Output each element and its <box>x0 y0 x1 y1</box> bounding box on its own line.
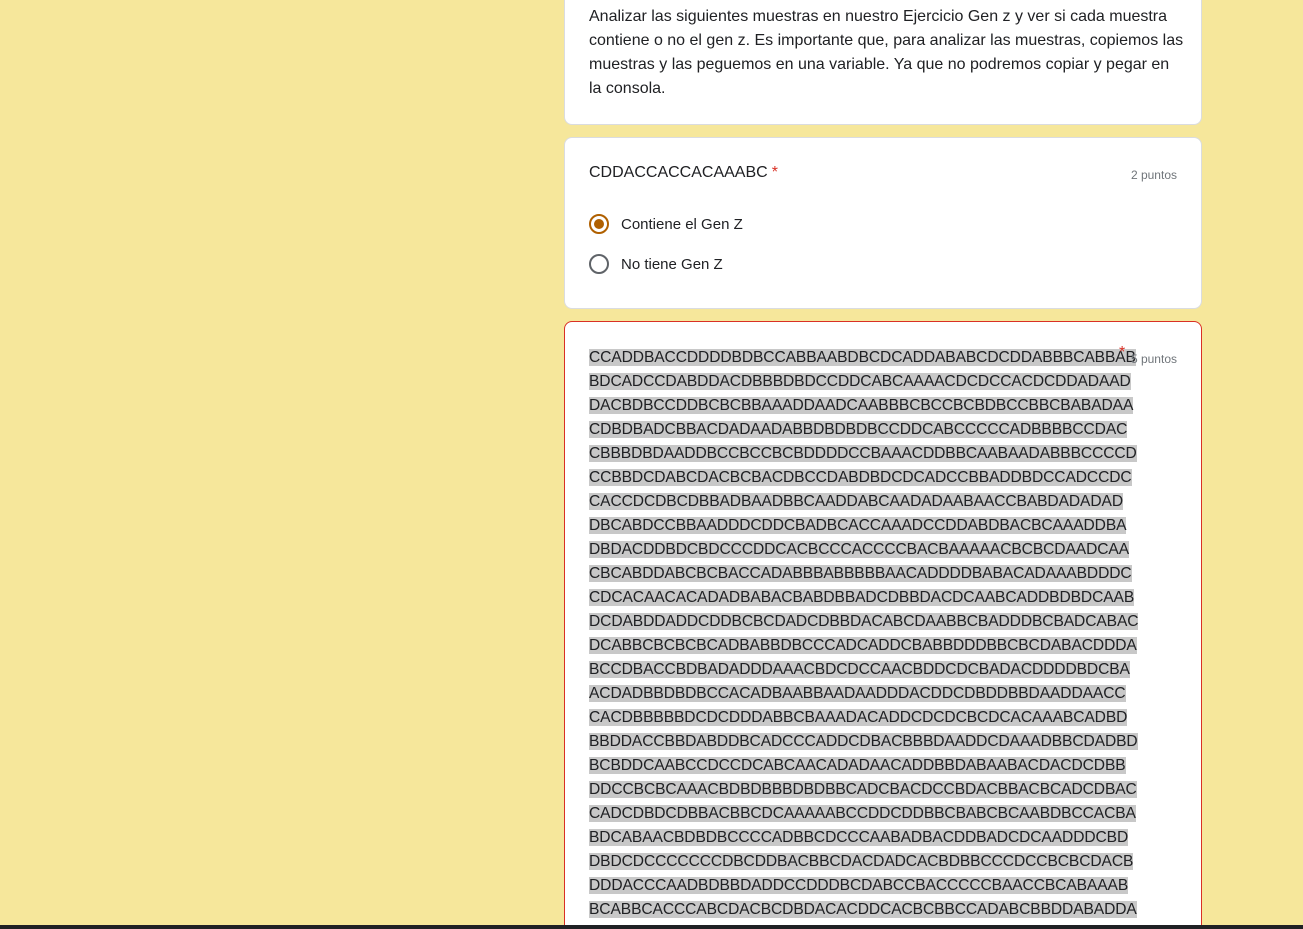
required-mark: * <box>771 164 778 181</box>
sequence-line: DCDABDDADDCDDBCBCDADCDBBDACABCDAABBCBADD… <box>589 613 1139 630</box>
required-mark: * <box>1119 344 1126 361</box>
points-label: 2 puntos <box>1130 168 1177 182</box>
sequence-line: BDCABAACBDBDBCCCCADBBCDCCCAABADBACDDBADC… <box>589 829 1129 846</box>
question-title: CDDACCACCACAAABC * <box>589 164 778 182</box>
description-card: Analizar las siguientes muestras en nues… <box>564 0 1202 125</box>
sequence-line: DACBDBCCDDBCBCBBAAADDAADCAABBBCBCCBCBDBC… <box>589 397 1134 414</box>
sequence-line: CCADDBACCDDDDBDBCCABBAABDBCDCADDABABCDCD… <box>589 349 1136 366</box>
sequence-line: DBDCDCCCCCCCDBCDDBACBBCDACDADCACBDBBCCCD… <box>589 853 1134 870</box>
sequence-line: CBBBDBDAADDBCCBCCBCBDDDDCCBAAACDDBBCAABA… <box>589 445 1137 462</box>
question-card-1: CDDACCACCACAAABC * 2 puntos Contiene el G… <box>564 137 1202 309</box>
option-label: No tiene Gen Z <box>621 255 723 273</box>
sequence-line: BCABBCACCCABCDACBCDBDACACDDCACBCBBCCADAB… <box>589 901 1137 918</box>
radio-selected-icon[interactable] <box>589 214 609 234</box>
form-page: Analizar las siguientes muestras en nues… <box>0 0 1303 929</box>
sequence-line: DBDACDDBDCBDCCCDDCACBCCCACCCCBACBAAAAACB… <box>589 541 1129 558</box>
sequence-line: CADCDBDCDBBACBBCDCAAAAABCCDDCDDBBCBABCBC… <box>589 805 1136 822</box>
sequence-line: BCBDDCAABCCDCCDCABCAACADADAACADDBBDABAAB… <box>589 757 1126 774</box>
sequence-line: CDBDBADCBBACDADAADABBDBDBDBCCDDCABCCCCCA… <box>589 421 1128 438</box>
sequence-line: BCCDBACCBDBADADDDAAACBDCDCCAACBDDCDCBADA… <box>589 661 1130 678</box>
sequence-line: ACDADBBDBDBCCACADBAABBAADAADDDACDDCDBDDB… <box>589 685 1126 702</box>
sequence-line: DCABBCBCBCBCADBABBDBCCCADCADDCBABBDDDBBC… <box>589 637 1137 654</box>
sequence-line: BDCADCCDABDDACDBBBDBDCCDDCABCAAAACDCDCCA… <box>589 373 1131 390</box>
sequence-line: CDCACAACACADADBABACBABDBBADCDBBDACDCAABC… <box>589 589 1135 606</box>
sequence-line: CACDBBBBBDCDCDDDABBCBAAADACADDCDCDCBCDCA… <box>589 709 1128 726</box>
bottom-edge-bar <box>0 925 1303 929</box>
description-text: Analizar las siguientes muestras en nues… <box>589 8 1184 97</box>
sequence-line: CCBBDCDABCDACBCBACDBCCDABDBDCDCADCCBBADD… <box>589 469 1132 486</box>
sequence-line: DDDACCCAADBDBBDADDCCDDDBCDABCCBACCCCCBAA… <box>589 877 1129 894</box>
points-label: 5 puntos <box>1130 352 1177 366</box>
sequence-line: DBCABDCCBBAADDDCDDCBADBCACCAAADCCDDABDBA… <box>589 517 1127 534</box>
option-no-tiene-gen-z[interactable]: No tiene Gen Z <box>589 254 723 274</box>
sequence-line: CBCABDDABCBCBACCADABBBABBBBBAACADDDDBABA… <box>589 565 1132 582</box>
radio-unselected-icon[interactable] <box>589 254 609 274</box>
question-title-text: CDDACCACCACAAABC <box>589 164 768 181</box>
option-label: Contiene el Gen Z <box>621 215 743 233</box>
sequence-line: DDCCBCBCAAACBDBDBBBDBDBBCADCBACDCCBDACBB… <box>589 781 1137 798</box>
sequence-line: CACCDCDBCDBBADBAADBBCAADDABCAADADAABAACC… <box>589 493 1123 510</box>
sequence-line: BBDDACCBBDABDDBCADCCCADDCDBACBBBDAADDCDA… <box>589 733 1138 750</box>
option-contiene-gen-z[interactable]: Contiene el Gen Z <box>589 214 743 234</box>
question-title-sequence: CCADDBACCDDDDBDBCCABBAABDBCDCADDABABCDCD… <box>589 346 1139 922</box>
question-card-2: CCADDBACCDDDDBDBCCABBAABDBCDCADDABABCDCD… <box>564 321 1202 929</box>
